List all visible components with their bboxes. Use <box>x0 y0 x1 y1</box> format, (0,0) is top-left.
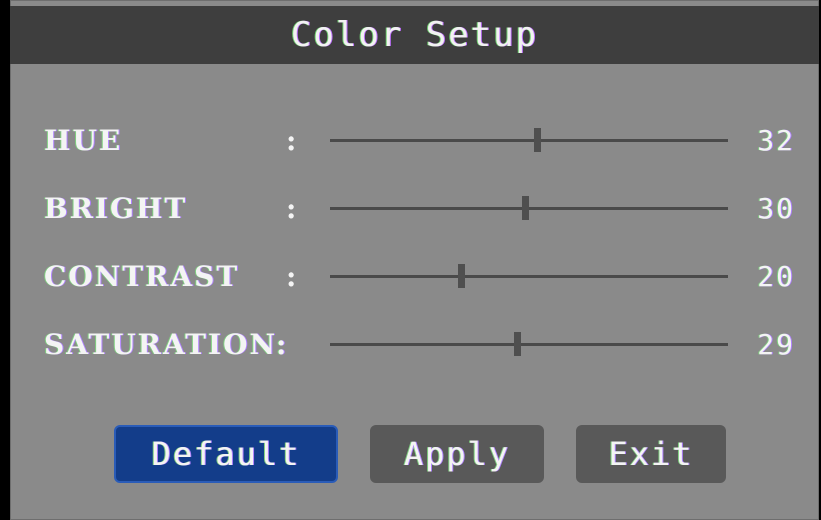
setting-value-bright: 30 <box>757 192 795 225</box>
setting-label-hue: HUE <box>44 124 123 157</box>
bright-slider-thumb[interactable] <box>522 196 530 220</box>
setting-row-saturation: SATURATION: 29 <box>10 325 819 365</box>
setting-row-bright: BRIGHT : 30 <box>10 189 819 229</box>
contrast-slider[interactable] <box>330 264 728 288</box>
setting-value-hue: 32 <box>757 124 795 157</box>
hue-slider[interactable] <box>330 128 728 152</box>
setting-value-contrast: 20 <box>757 260 795 293</box>
setting-row-hue: HUE : 32 <box>10 121 819 161</box>
hue-slider-thumb[interactable] <box>533 128 541 152</box>
setting-label-saturation: SATURATION: <box>44 328 289 361</box>
dialog-title: Color Setup <box>290 15 539 55</box>
setting-label-contrast: CONTRAST <box>44 260 240 293</box>
default-button[interactable]: Default <box>114 425 338 483</box>
apply-button[interactable]: Apply <box>370 425 544 483</box>
contrast-slider-thumb[interactable] <box>458 264 466 288</box>
setting-colon: : <box>286 192 297 225</box>
exit-button[interactable]: Exit <box>576 425 726 483</box>
title-bar: Color Setup <box>10 6 819 64</box>
osd-screen: Color Setup HUE : 32 BRIGHT : 30 CONTRAS… <box>0 0 821 520</box>
setting-value-saturation: 29 <box>757 328 795 361</box>
saturation-slider[interactable] <box>330 332 728 356</box>
bright-slider[interactable] <box>330 196 728 220</box>
setting-label-bright: BRIGHT <box>44 192 188 225</box>
saturation-slider-thumb[interactable] <box>514 332 522 356</box>
setting-row-contrast: CONTRAST : 20 <box>10 257 819 297</box>
setting-colon: : <box>286 260 297 293</box>
color-setup-dialog: Color Setup HUE : 32 BRIGHT : 30 CONTRAS… <box>10 0 819 520</box>
setting-colon: : <box>286 124 297 157</box>
